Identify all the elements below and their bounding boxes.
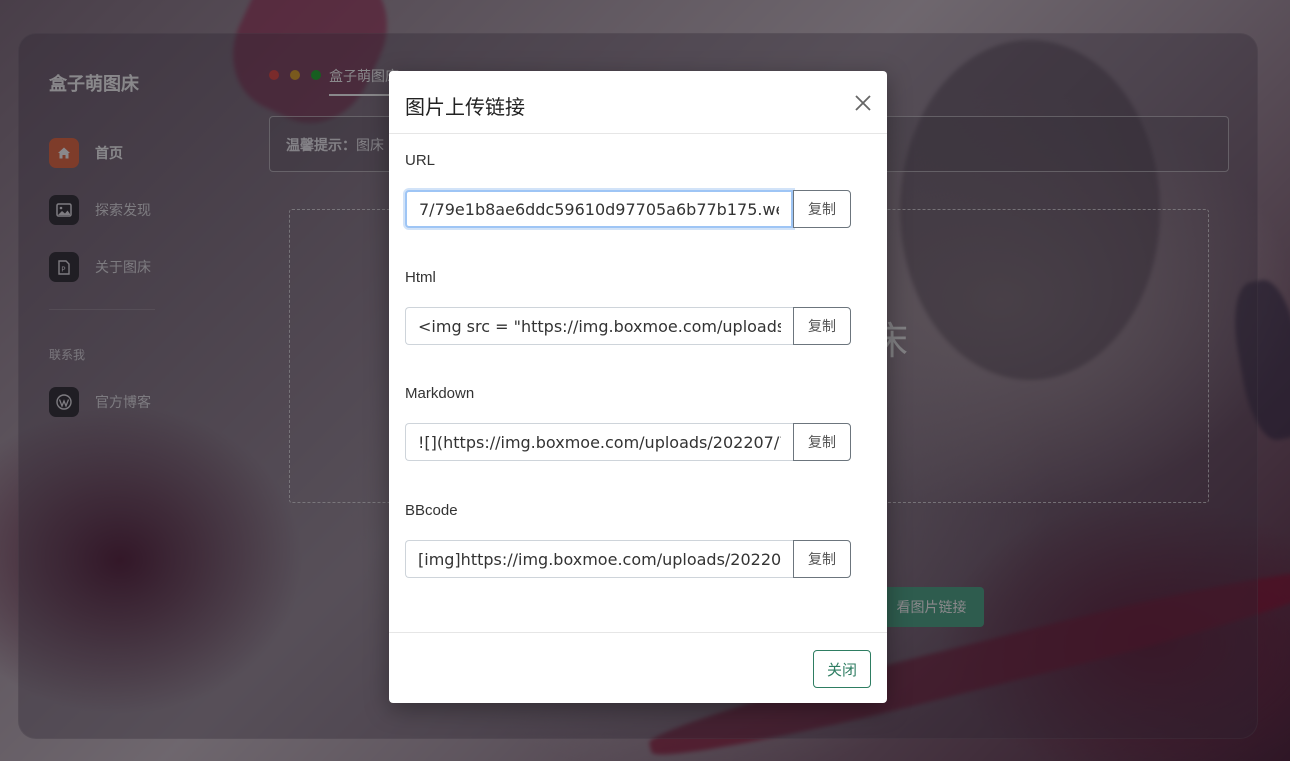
url-input[interactable]: [405, 190, 793, 228]
markdown-label: Markdown: [405, 385, 475, 402]
url-input-group: 复制: [405, 190, 851, 228]
bbcode-input[interactable]: [405, 540, 793, 578]
copy-url-button[interactable]: 复制: [793, 190, 851, 228]
html-input[interactable]: [405, 307, 793, 345]
bbcode-label: BBcode: [405, 502, 458, 519]
modal-footer: 关闭: [389, 632, 887, 703]
markdown-input[interactable]: [405, 423, 793, 461]
copy-bbcode-button[interactable]: 复制: [793, 540, 851, 578]
html-input-group: 复制: [405, 307, 851, 345]
url-label: URL: [405, 152, 436, 169]
html-label: Html: [405, 269, 436, 286]
upload-links-modal: 图片上传链接 URL 复制 Html 复制 Markdown 复制: [389, 71, 887, 703]
modal-header: 图片上传链接: [389, 71, 887, 134]
copy-markdown-button[interactable]: 复制: [793, 423, 851, 461]
bbcode-input-group: 复制: [405, 540, 851, 578]
close-icon[interactable]: [851, 91, 875, 115]
markdown-input-group: 复制: [405, 423, 851, 461]
close-button[interactable]: 关闭: [813, 650, 871, 688]
copy-html-button[interactable]: 复制: [793, 307, 851, 345]
modal-title: 图片上传链接: [405, 97, 525, 119]
